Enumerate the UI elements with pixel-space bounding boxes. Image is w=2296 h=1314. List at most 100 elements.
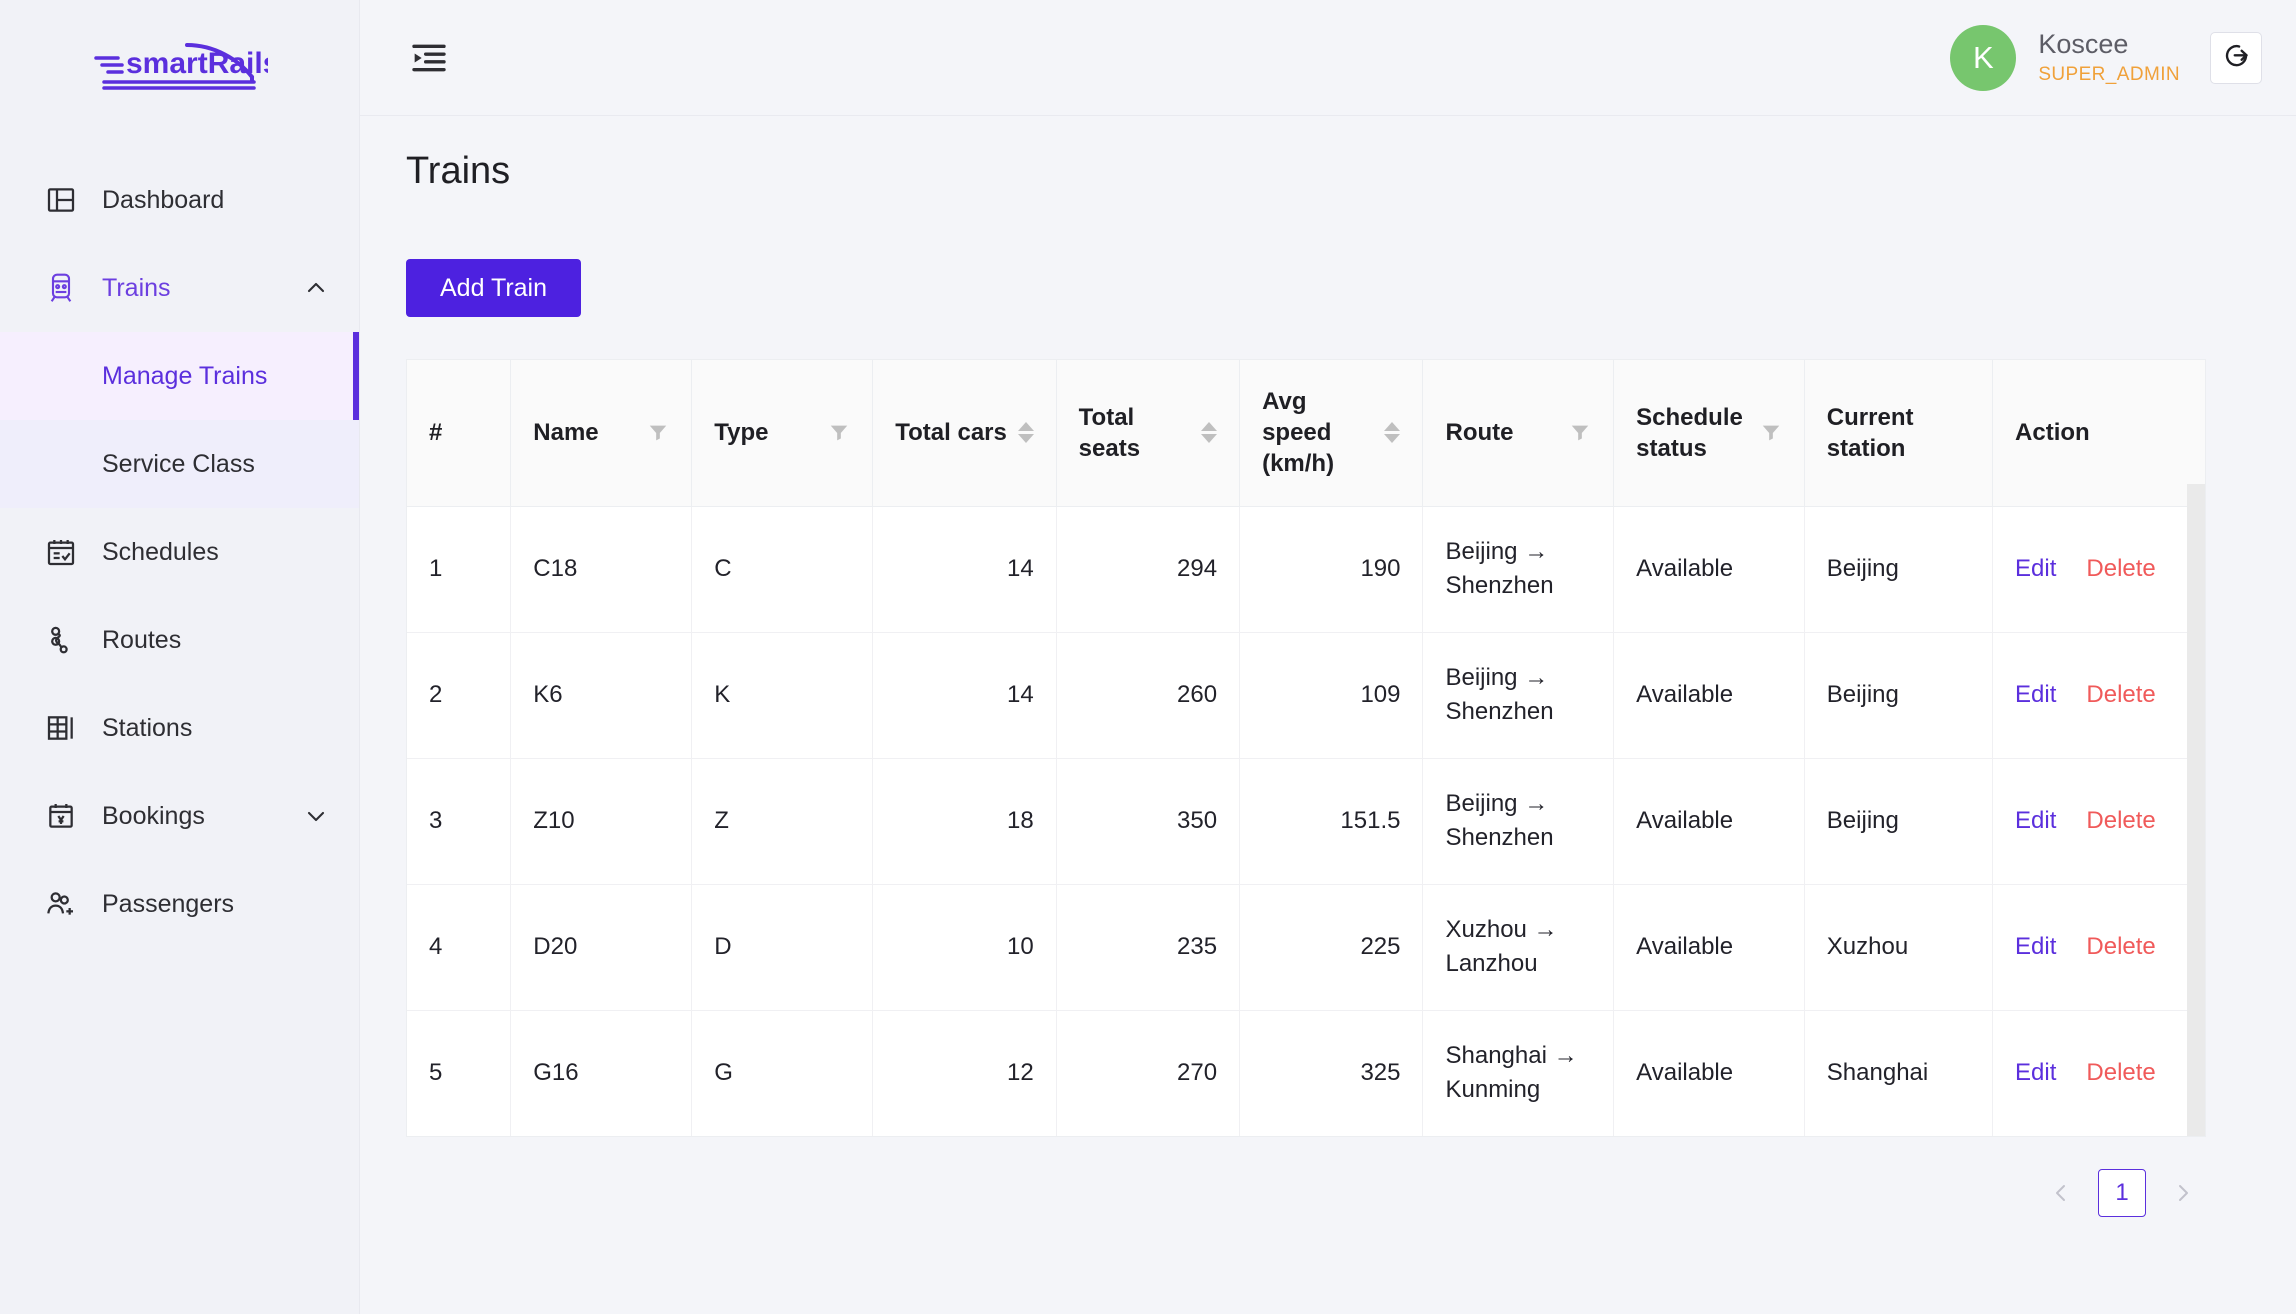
col-avg-speed[interactable]: Avg speed (km/h) [1239, 360, 1424, 507]
cell-route: Shanghai → Kunming [1422, 1010, 1615, 1137]
sidebar-item-label: Routes [102, 625, 182, 654]
menu-fold-icon[interactable] [406, 35, 452, 81]
sort-arrows-icon[interactable] [1201, 422, 1218, 444]
edit-link[interactable]: Edit [2015, 555, 2056, 583]
cell-name: C18 [510, 506, 693, 633]
train-icon [44, 271, 78, 305]
col-label: Avg speed (km/h) [1262, 388, 1335, 478]
cell-avg-speed: 151.5 [1239, 758, 1424, 885]
sidebar-subitem-label: Service Class [102, 449, 255, 478]
col-label: Current station [1826, 403, 1914, 462]
calendar-ticket-icon [44, 799, 78, 833]
cell-index: 4 [407, 884, 512, 1011]
sidebar-item-label: Bookings [102, 801, 205, 830]
col-schedule-status[interactable]: Schedule status [1613, 360, 1805, 507]
col-label: Total cars [895, 419, 1007, 447]
col-type[interactable]: Type [691, 360, 874, 507]
sidebar-item-label: Trains [102, 273, 171, 302]
edit-link[interactable]: Edit [2015, 807, 2056, 835]
delete-link[interactable]: Delete [2086, 1059, 2155, 1087]
station-grid-icon [44, 711, 78, 745]
sidebar: smartRails Dashboard Trains Manage Train… [0, 0, 360, 1314]
cell-index: 2 [407, 632, 512, 759]
cell-route: Beijing → Shenzhen [1422, 632, 1615, 759]
cell-name: K6 [510, 632, 693, 759]
sidebar-item-bookings[interactable]: Bookings [0, 772, 359, 860]
col-route[interactable]: Route [1422, 360, 1615, 507]
sidebar-item-service-class[interactable]: Service Class [0, 420, 359, 508]
sidebar-item-stations[interactable]: Stations [0, 684, 359, 772]
filter-icon[interactable] [1760, 422, 1782, 444]
col-total-seats[interactable]: Total seats [1056, 360, 1241, 507]
delete-link[interactable]: Delete [2086, 555, 2155, 583]
delete-link[interactable]: Delete [2086, 681, 2155, 709]
sidebar-item-manage-trains[interactable]: Manage Trains [0, 332, 359, 420]
cell-type: G [691, 1010, 874, 1137]
user-text: Koscee SUPER_ADMIN [2038, 29, 2180, 86]
brand-logo[interactable]: smartRails [0, 0, 359, 128]
chevron-up-icon[interactable] [303, 275, 329, 301]
cell-avg-speed: 325 [1239, 1010, 1424, 1137]
sort-arrows-icon[interactable] [1384, 422, 1401, 444]
filter-icon[interactable] [828, 422, 850, 444]
avatar: K [1950, 24, 2017, 91]
col-label: Route [1445, 419, 1514, 447]
train-speedlines-logo-icon: smartRails [93, 43, 268, 90]
user-role-badge: SUPER_ADMIN [2038, 64, 2180, 85]
table-body: 1 C18 C 14 294 190 Beijing → Shenzhen Available… [407, 506, 2205, 1137]
table-row: 2 K6 K 14 260 109 Beijing → Shenzhen Available B… [407, 632, 2205, 759]
sidebar-item-trains[interactable]: Trains [0, 244, 359, 332]
sidebar-item-schedules[interactable]: Schedules [0, 508, 359, 596]
cell-current-station: Beijing [1804, 758, 1994, 885]
table-header-row: # Name Type Total cars Total seats Avg s… [407, 360, 2205, 507]
cell-total-cars: 12 [872, 1010, 1057, 1137]
cell-action: Edit Delete [1992, 884, 2205, 1011]
col-name[interactable]: Name [510, 360, 693, 507]
col-total-cars[interactable]: Total cars [872, 360, 1057, 507]
sidebar-item-label: Schedules [102, 537, 219, 566]
table-row: 1 C18 C 14 294 190 Beijing → Shenzhen Available… [407, 506, 2205, 633]
chevron-left-icon[interactable] [2038, 1170, 2084, 1216]
sidebar-item-passengers[interactable]: Passengers [0, 860, 359, 948]
col-label: Type [714, 419, 769, 447]
edit-link[interactable]: Edit [2015, 933, 2056, 961]
filter-icon[interactable] [647, 422, 669, 444]
layout-dashboard-icon [44, 183, 78, 217]
edit-link[interactable]: Edit [2015, 1059, 2056, 1087]
cell-route: Beijing → Shenzhen [1422, 758, 1615, 885]
cell-total-seats: 294 [1056, 506, 1241, 633]
table-row: 4 D20 D 10 235 225 Xuzhou → Lanzhou Available Xu… [407, 884, 2205, 1011]
user-name: Koscee [2038, 29, 2129, 59]
col-action: Action [1992, 360, 2205, 507]
cell-avg-speed: 109 [1239, 632, 1424, 759]
add-train-button[interactable]: Add Train [406, 259, 582, 317]
trains-table: # Name Type Total cars Total seats Avg s… [407, 360, 2205, 1137]
main-area: K Koscee SUPER_ADMIN Trains Add Train # … [360, 0, 2296, 1314]
page-title: Trains [406, 150, 511, 192]
table-row: 3 Z10 Z 18 350 151.5 Beijing → Shenzhen Availab… [407, 758, 2205, 885]
sort-arrows-icon[interactable] [1017, 422, 1034, 444]
topbar-right: K Koscee SUPER_ADMIN [1950, 24, 2262, 91]
chevron-down-icon[interactable] [303, 803, 329, 829]
logout-button[interactable] [2210, 31, 2262, 84]
cell-type: K [691, 632, 874, 759]
sidebar-item-dashboard[interactable]: Dashboard [0, 156, 359, 244]
pagination-page-1[interactable]: 1 [2098, 1169, 2146, 1218]
sidebar-item-label: Dashboard [102, 185, 225, 214]
delete-link[interactable]: Delete [2086, 933, 2155, 961]
cell-current-station: Shanghai [1804, 1010, 1994, 1137]
user-profile[interactable]: K Koscee SUPER_ADMIN [1950, 24, 2180, 91]
chevron-right-icon[interactable] [2160, 1170, 2206, 1216]
edit-link[interactable]: Edit [2015, 681, 2056, 709]
cell-route: Xuzhou → Lanzhou [1422, 884, 1615, 1011]
cell-total-cars: 14 [872, 506, 1057, 633]
table-vertical-scrollbar[interactable] [2187, 484, 2205, 1137]
delete-link[interactable]: Delete [2086, 807, 2155, 835]
user-add-icon [44, 887, 78, 921]
cell-name: Z10 [510, 758, 693, 885]
col-index: # [407, 360, 512, 507]
col-label: # [429, 419, 443, 447]
filter-icon[interactable] [1569, 422, 1591, 444]
pagination: 1 [406, 1169, 2206, 1218]
sidebar-item-routes[interactable]: Routes [0, 596, 359, 684]
